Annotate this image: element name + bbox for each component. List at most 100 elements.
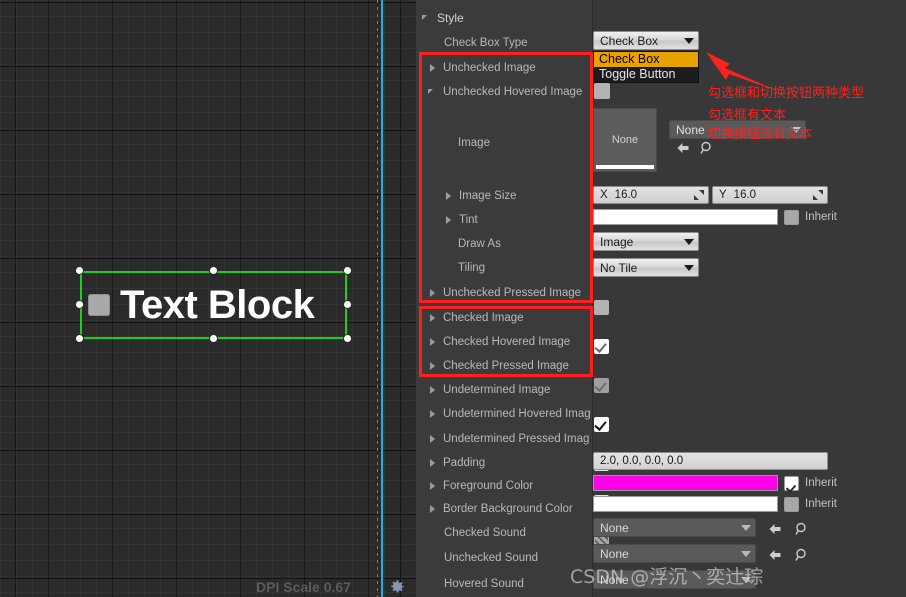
check-box-type-option-list[interactable]: Check Box Toggle Button — [593, 51, 699, 83]
property-row-padding[interactable]: Padding — [416, 451, 592, 475]
widget-content: Text Block — [80, 271, 347, 339]
resize-handle-mr[interactable] — [344, 301, 351, 308]
chevron-down-icon — [684, 264, 694, 271]
property-row-undetermined-pressed-image[interactable]: Undetermined Pressed Imag — [416, 427, 592, 451]
design-canvas[interactable]: Text Block DPI Scale 0.67 — [0, 0, 416, 597]
property-row-checked-sound[interactable]: Checked Sound — [416, 521, 592, 545]
border-inherit-checkbox[interactable] — [784, 496, 799, 512]
property-row-check-box-type[interactable]: Check Box Type — [416, 31, 592, 55]
property-row-checked-pressed-image[interactable]: Checked Pressed Image — [416, 354, 592, 378]
spinner-icon[interactable] — [694, 190, 704, 200]
property-row-tiling[interactable]: Tiling — [416, 256, 592, 280]
unchecked-image-preview[interactable] — [594, 83, 610, 99]
spinner-icon[interactable] — [813, 190, 823, 200]
unreal-widget-editor: Text Block DPI Scale 0.67 Style Check Bo… — [0, 0, 906, 597]
option-toggle-button[interactable]: Toggle Button — [594, 67, 698, 82]
chevron-right-icon[interactable] — [444, 215, 454, 225]
foreground-color-swatch[interactable] — [593, 475, 778, 491]
chevron-down-icon — [741, 550, 751, 557]
chevron-down-icon — [741, 524, 751, 531]
property-row-checked-hovered-image[interactable]: Checked Hovered Image — [416, 330, 592, 354]
property-row-unchecked-hovered-image[interactable]: Unchecked Hovered Image — [416, 80, 592, 104]
image-asset-thumbnail[interactable]: None — [593, 108, 657, 172]
checked-sound-reset-icon[interactable] — [767, 521, 783, 537]
text-block-label: Text Block — [120, 283, 315, 327]
checked-sound-picker[interactable]: None — [593, 518, 756, 537]
property-row-tint[interactable]: Tint — [416, 208, 592, 232]
property-row-draw-as[interactable]: Draw As — [416, 232, 592, 256]
chevron-right-icon[interactable] — [428, 504, 438, 514]
property-row-image-size[interactable]: Image Size — [416, 184, 592, 208]
resize-handle-tl[interactable] — [76, 267, 83, 274]
unchecked-sound-picker[interactable]: None — [593, 544, 756, 563]
gear-icon[interactable] — [388, 578, 406, 596]
resize-handle-tc[interactable] — [210, 267, 217, 274]
check-tick-icon — [594, 379, 607, 392]
draw-as-dropdown[interactable]: Image — [593, 232, 699, 251]
chevron-right-icon[interactable] — [428, 409, 438, 419]
check-tick-icon — [594, 340, 607, 353]
image-size-x-field[interactable]: X 16.0 — [593, 186, 709, 204]
chevron-down-icon — [684, 238, 694, 245]
chevron-right-icon[interactable] — [428, 361, 438, 371]
property-row-border-background-color[interactable]: Border Background Color — [416, 497, 592, 521]
canvas-guide-dark-left — [15, 0, 16, 597]
checked-image-preview[interactable] — [594, 339, 609, 354]
annotation-line-2: 勾选框有文本 — [708, 108, 787, 123]
checked-hovered-image-preview[interactable] — [594, 378, 609, 393]
border-background-color-control: Inherit — [593, 496, 837, 512]
padding-field[interactable]: 2.0, 0.0, 0.0, 0.0 — [593, 452, 828, 470]
chevron-down-icon — [684, 37, 694, 44]
annotation-line-3: 切换按钮没有文本 — [708, 127, 813, 142]
border-background-color-swatch[interactable] — [593, 496, 778, 512]
property-row-image[interactable]: Image — [416, 131, 592, 155]
chevron-right-icon[interactable] — [428, 313, 438, 323]
checked-pressed-image-preview[interactable] — [594, 417, 609, 432]
unchecked-pressed-image-preview[interactable] — [594, 300, 609, 315]
foreground-inherit-checkbox[interactable] — [784, 475, 799, 491]
check-box-type-dropdown[interactable]: Check Box — [593, 31, 699, 50]
chevron-down-icon[interactable] — [428, 87, 438, 97]
property-row-undetermined-image[interactable]: Undetermined Image — [416, 378, 592, 402]
tint-inherit-checkbox[interactable] — [784, 209, 799, 225]
property-row-hovered-sound[interactable]: Hovered Sound — [416, 572, 592, 596]
property-row-undetermined-hovered-image[interactable]: Undetermined Hovered Imag — [416, 402, 592, 426]
property-row-unchecked-sound[interactable]: Unchecked Sound — [416, 546, 592, 570]
chevron-right-icon[interactable] — [428, 385, 438, 395]
unchecked-sound-reset-icon[interactable] — [767, 547, 783, 563]
image-size-y-field[interactable]: Y 16.0 — [712, 186, 828, 204]
chevron-right-icon[interactable] — [428, 481, 438, 491]
property-row-unchecked-image[interactable]: Unchecked Image — [416, 56, 592, 80]
option-check-box[interactable]: Check Box — [594, 52, 698, 67]
selected-widget[interactable]: Text Block — [76, 267, 351, 342]
check-tick-icon — [594, 418, 607, 431]
resize-handle-tr[interactable] — [344, 267, 351, 274]
tiling-dropdown[interactable]: No Tile — [593, 258, 699, 277]
property-row-foreground-color[interactable]: Foreground Color — [416, 474, 592, 498]
checkbox-glyph[interactable] — [88, 294, 110, 316]
foreground-color-control: Inherit — [593, 475, 837, 491]
tint-control: Inherit — [593, 209, 837, 225]
chevron-right-icon[interactable] — [428, 458, 438, 468]
chevron-right-icon[interactable] — [428, 337, 438, 347]
property-row-unchecked-pressed-image[interactable]: Unchecked Pressed Image — [416, 281, 592, 305]
unchecked-sound-browse-icon[interactable] — [794, 547, 810, 563]
chevron-right-icon[interactable] — [444, 191, 454, 201]
chevron-right-icon[interactable] — [428, 63, 438, 73]
section-header-style[interactable]: Style — [416, 6, 592, 30]
canvas-guide-cyan[interactable] — [381, 0, 383, 597]
chevron-right-icon[interactable] — [428, 288, 438, 298]
property-row-checked-image[interactable]: Checked Image — [416, 306, 592, 330]
checked-sound-browse-icon[interactable] — [794, 521, 810, 537]
back-arrow-icon[interactable] — [675, 140, 691, 156]
resize-handle-ml[interactable] — [76, 301, 83, 308]
canvas-guide-dashed — [377, 0, 378, 597]
resize-handle-bl[interactable] — [76, 335, 83, 342]
watermark: CSDN @浮沉丶奕辻琮 — [570, 566, 764, 588]
tint-color-swatch[interactable] — [593, 209, 778, 225]
canvas-guide-dark-right — [400, 0, 401, 597]
magnifier-icon[interactable] — [699, 140, 715, 156]
resize-handle-br[interactable] — [344, 335, 351, 342]
resize-handle-bc[interactable] — [210, 335, 217, 342]
chevron-right-icon[interactable] — [428, 434, 438, 444]
